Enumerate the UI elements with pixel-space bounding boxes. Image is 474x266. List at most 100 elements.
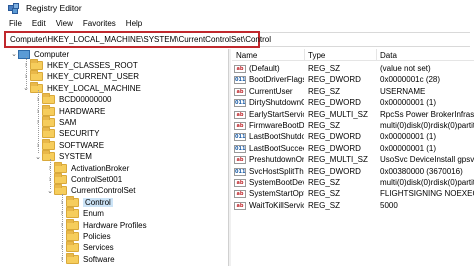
tree-item-label: Services [83,243,114,253]
folder-icon [54,172,67,184]
tree-item-label: ControlSet001 [71,174,123,184]
address-bar-extension [260,32,470,47]
string-value-icon: ab [234,65,246,73]
value-type: REG_DWORD [308,132,361,142]
tree-item[interactable]: › Services [58,241,114,253]
tree-item[interactable]: ⌄ HKEY_LOCAL_MACHINE [22,81,141,93]
value-row[interactable]: 011DirtyShutdownC... REG_DWORD 0x00000001 … [232,98,474,108]
menu-help[interactable]: Help [126,19,142,28]
collapse-arrow-icon[interactable]: ⌄ [10,49,18,59]
value-type: REG_DWORD [308,75,361,85]
value-name: WaitToKillServic... [249,200,304,210]
value-row[interactable]: ab SystemStartOpti REG_SZ FLIGHTSIGNING NOE… [232,189,474,199]
value-row[interactable]: ab PreshutdownOr REG_MULTI_SZ UsoSvc Device… [232,155,474,165]
tree-item[interactable]: › ControlSet001 [46,172,123,184]
tree-item-label: Enum [83,209,104,219]
collapse-arrow-icon[interactable]: ⌄ [34,152,42,162]
tree-item-label: HKEY_CLASSES_ROOT [47,60,138,70]
value-name: EarlyStartServices [249,109,304,119]
tree-item[interactable]: › Enum [58,207,104,219]
menu-file[interactable]: File [9,19,22,28]
tree-item[interactable]: › BCD00000000 [34,93,112,105]
value-row[interactable]: ab SystemBootDevi REG_SZ multi(0)disk(0)rdi… [232,178,474,188]
tree-item-label: HKEY_CURRENT_USER [47,72,140,82]
value-data: RpcSs Power BrokerInfrastr [380,109,474,119]
menu-bar: File Edit View Favorites Help [0,17,474,30]
tree-item-label: HARDWARE [59,106,106,116]
value-data: 0x00380000 (3670016) [380,166,463,176]
value-row[interactable]: 011 LastBootSuccee REG_DWORD 0x00000001 (1) [232,144,474,154]
tree-item[interactable]: SECURITY [34,127,99,139]
value-row[interactable]: 011 LastBootShutdo REG_DWORD 0x00000001 (1) [232,132,474,142]
tree-item[interactable]: › SOFTWARE [34,138,104,150]
folder-icon [66,229,79,241]
column-header-data[interactable]: Data [380,51,397,60]
string-value-icon: ab [234,190,246,199]
pane-splitter[interactable] [228,49,231,266]
string-value-icon: ab [234,179,246,187]
menu-favorites[interactable]: Favorites [83,19,116,28]
computer-icon [18,49,30,59]
tree-item[interactable]: › ActivationBroker [46,161,130,173]
value-data: 0x00000001 (1) [380,98,437,108]
tree-item[interactable]: › Software [58,252,115,264]
binary-value-icon: 011 [234,133,246,142]
tree-item[interactable]: › HKEY_CLASSES_ROOT [22,58,138,70]
value-name: SvcHostSplitThr... [249,166,304,176]
tree-item-label: Control [83,197,113,207]
tree-item-label: Policies [83,231,111,241]
value-name: PreshutdownOr [249,155,304,165]
value-row[interactable]: abEarlyStartServices REG_MULTI_SZ RpcSs Po… [232,110,474,120]
column-header-type[interactable]: Type [308,51,325,60]
value-row[interactable]: ab (Default) REG_SZ (value not set) [232,64,474,74]
value-name: (Default) [249,64,280,73]
tree-item-label: BCD00000000 [59,95,112,105]
value-name: LastBootShutdo [249,132,304,142]
value-type: REG_SZ [308,178,341,187]
values-header: Name Type Data [232,49,474,61]
address-path: Computer\HKEY_LOCAL_MACHINE\SYSTEM\Curre… [10,35,271,44]
value-row[interactable]: 011SvcHostSplitThr... REG_DWORD 0x00380000… [232,167,474,177]
value-row[interactable]: abFirmwareBootD... REG_SZ multi(0)disk(0)r… [232,121,474,131]
menu-view[interactable]: View [56,19,73,28]
tree-item[interactable]: ⌄ SYSTEM [34,150,92,162]
folder-icon [30,70,43,82]
tree-item-label: Hardware Profiles [83,220,147,230]
string-value-icon: ab [234,122,246,130]
tree-item-label: CurrentControlSet [71,186,136,196]
tree-item[interactable]: ⌄ Computer [10,49,69,59]
value-type: REG_SZ [308,121,341,130]
tree-item[interactable]: › Hardware Profiles [58,218,147,230]
folder-icon [42,93,55,105]
value-row[interactable]: abWaitToKillServic... REG_SZ 5000 [232,201,474,211]
value-row[interactable]: 011 BootDriverFlags REG_DWORD 0x0000001c (2… [232,75,474,85]
value-data: 0x0000001c (28) [380,75,441,85]
value-type: REG_DWORD [308,166,361,176]
folder-icon [42,127,55,139]
folder-icon [66,252,79,264]
tree-item[interactable]: Policies [58,229,111,241]
folder-icon [54,161,67,173]
value-name: SystemStartOpti [249,189,304,199]
tree-item[interactable]: › SAM [34,115,76,127]
binary-value-icon: 011 [234,144,246,153]
tree-item-label: ActivationBroker [71,163,130,173]
value-data: FLIGHTSIGNING NOEXECU [380,189,474,199]
tree-item-selected[interactable]: › Control [58,195,113,207]
binary-value-icon: 011 [234,76,246,85]
folder-icon [30,58,43,70]
tree-item[interactable]: › HKEY_CURRENT_USER [22,70,140,82]
value-row[interactable]: ab CurrentUser REG_SZ USERNAME [232,87,474,97]
menu-edit[interactable]: Edit [32,19,46,28]
tree-item[interactable]: ⌄ CurrentControlSet [46,184,136,196]
value-type: REG_SZ [308,200,341,210]
value-data: USERNAME [380,86,426,96]
column-header-name[interactable]: Name [236,51,257,60]
address-bar[interactable]: Computer\HKEY_LOCAL_MACHINE\SYSTEM\Curre… [4,31,271,48]
string-value-icon: ab [234,201,246,210]
tree-guide-line [38,90,39,153]
value-data: UsoSvc DeviceInstall gpsvc [380,155,474,165]
value-name: DirtyShutdownC... [249,98,304,108]
tree-item[interactable]: › HARDWARE [34,104,106,116]
tree-item-label: HKEY_LOCAL_MACHINE [47,83,141,93]
